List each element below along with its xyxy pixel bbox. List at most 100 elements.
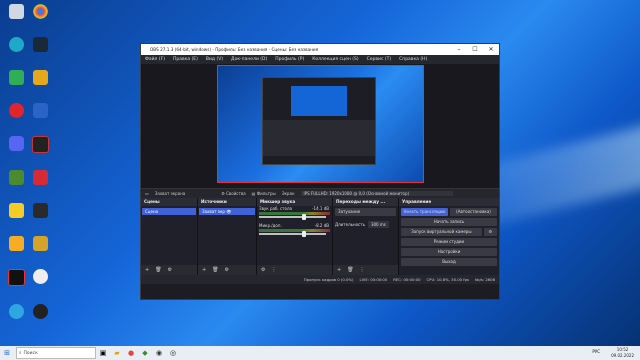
mixer-title: Микшер звука: [257, 198, 332, 206]
more-icon[interactable]: ⋮: [360, 267, 365, 273]
settings-icon[interactable]: ⚙: [168, 267, 172, 273]
nested-obs-preview: [262, 77, 376, 165]
add-icon[interactable]: +: [145, 267, 149, 273]
add-icon[interactable]: +: [202, 267, 206, 273]
discord-icon[interactable]: [3, 136, 29, 151]
add-icon[interactable]: +: [337, 267, 341, 273]
taskbar: ⊞ ⌕ Поиск ▣ ▰ ● ◆ ◉ ◎ 10:52 09.02.2022 РУС: [0, 346, 640, 360]
filters-button[interactable]: ▤ Фильтры: [252, 191, 276, 196]
app-taskbar-icon[interactable]: ◆: [138, 348, 152, 359]
game-icon[interactable]: [27, 136, 53, 153]
bitrate: kb/s: 2608: [474, 277, 495, 282]
app-icon[interactable]: [3, 269, 29, 286]
search-placeholder: Поиск: [23, 350, 38, 356]
virtual-camera-button[interactable]: Запуск виртуальной камеры: [401, 228, 482, 236]
network-icon[interactable]: [3, 70, 29, 85]
menu-file[interactable]: Файл (F): [141, 57, 169, 62]
exit-button[interactable]: Выход: [401, 258, 497, 266]
app-icon[interactable]: [3, 203, 29, 218]
language-indicator[interactable]: РУС: [592, 349, 600, 354]
more-icon[interactable]: ⋮: [271, 267, 276, 273]
trash-icon[interactable]: 🗑: [155, 267, 161, 273]
app-taskbar-icon[interactable]: ◉: [152, 348, 166, 359]
live-time: LIVE: 00:00:00: [359, 277, 388, 282]
title-bar: OBS 27.1.3 (64-bit, windows) - Профиль: …: [141, 44, 499, 55]
mixer-channel-2: Микр./доп. -8.2 dB: [259, 223, 329, 228]
eye-icon: 👁: [226, 209, 232, 214]
settings-button[interactable]: Настройки: [401, 248, 497, 256]
rockstar-icon[interactable]: [3, 236, 29, 251]
menu-scene-collection[interactable]: Коллекция сцен (S): [308, 57, 362, 62]
screen-select[interactable]: IPS FULLHD: 1920x1080 @ 0,0 (Основной мо…: [300, 191, 453, 196]
close-icon[interactable]: ✕: [483, 46, 499, 53]
minimize-icon[interactable]: –: [451, 46, 467, 53]
duration-input[interactable]: 300 ms: [367, 221, 389, 228]
scene-item[interactable]: Сцена: [142, 208, 196, 215]
studio-mode-button[interactable]: Режим студии: [401, 238, 497, 246]
trash-icon[interactable]: 🗑: [212, 267, 218, 273]
menu-profile[interactable]: Профиль (P): [271, 57, 308, 62]
sources-dock: Источники Захват экр 👁 + 🗑 ⚙: [198, 198, 256, 275]
properties-button[interactable]: ⚙ Свойства: [221, 191, 245, 196]
settings-icon[interactable]: ⚙: [261, 267, 265, 273]
obs-window: OBS 27.1.3 (64-bit, windows) - Профиль: …: [140, 43, 500, 300]
mixer-channel-1: Звук раб. стола -14.1 dB: [259, 206, 329, 211]
menu-docks[interactable]: Док-панели (D): [227, 57, 271, 62]
dropped-frames: Пропуск кадров 0 (0.0%): [303, 277, 354, 282]
minecraft-icon[interactable]: [3, 170, 29, 185]
maximize-icon[interactable]: ☐: [467, 46, 483, 53]
menu-help[interactable]: Справка (H): [395, 57, 431, 62]
desktop-icons: [0, 0, 54, 340]
audio-meter: [259, 229, 330, 232]
transitions-dock: Переходы между ... Затухание Длительност…: [333, 198, 398, 275]
selected-source-label: Захват экрана: [154, 191, 186, 196]
app-icon[interactable]: [27, 170, 53, 185]
menu-edit[interactable]: Правка (E): [169, 57, 202, 62]
settings-icon[interactable]: ⚙: [225, 267, 229, 273]
app-icon[interactable]: [27, 236, 53, 251]
explorer-icon[interactable]: ▰: [110, 348, 124, 359]
duration-row: Длительность 300 ms: [333, 218, 398, 231]
telegram-icon[interactable]: [3, 304, 29, 319]
system-clock[interactable]: 10:52 09.02.2022: [611, 347, 634, 358]
docks: Сцены Сцена + 🗑 ⚙ Источники Захват экр 👁 +…: [141, 198, 499, 275]
volume-slider[interactable]: [259, 231, 326, 237]
transition-select[interactable]: Затухание: [335, 208, 396, 216]
start-stream-button[interactable]: Начать трансляцию: [401, 208, 448, 216]
search-icon: ⌕: [19, 351, 22, 356]
task-view-icon[interactable]: ▣: [96, 348, 110, 359]
trash-icon[interactable]: 🗑: [347, 267, 353, 273]
monitor-icon: ▭: [145, 191, 149, 196]
scenes-title: Сцены: [141, 198, 197, 206]
recycle-bin-icon[interactable]: [3, 4, 29, 19]
autostop-button[interactable]: (Автоостановка): [450, 208, 497, 216]
csgo-icon[interactable]: [27, 70, 53, 85]
start-record-button[interactable]: Начать запись: [401, 218, 497, 226]
gear-icon[interactable]: ⚙: [483, 228, 497, 236]
transitions-title: Переходы между ...: [333, 198, 398, 206]
menu-view[interactable]: Вид (V): [202, 57, 227, 62]
window-title: OBS 27.1.3 (64-bit, windows) - Профиль: …: [150, 47, 319, 52]
menu-bar: Файл (F) Правка (E) Вид (V) Док-панели (…: [141, 55, 499, 64]
start-icon[interactable]: ⊞: [0, 348, 14, 359]
app-icon[interactable]: [27, 203, 53, 218]
chrome-icon[interactable]: [27, 4, 53, 19]
opera-icon[interactable]: [3, 103, 29, 118]
source-item[interactable]: Захват экр 👁: [199, 208, 255, 215]
status-bar: Пропуск кадров 0 (0.0%) LIVE: 00:00:00 R…: [141, 275, 499, 284]
steam-icon[interactable]: [27, 37, 53, 52]
obs-taskbar-icon[interactable]: ◎: [166, 348, 180, 359]
preview-area[interactable]: [141, 64, 499, 188]
sources-title: Источники: [198, 198, 256, 206]
volume-slider[interactable]: [259, 214, 326, 220]
controls-dock: Управление Начать трансляцию (Автоостано…: [399, 198, 499, 275]
menu-tools[interactable]: Сервис (T): [363, 57, 396, 62]
app-icon[interactable]: [27, 103, 53, 118]
obs-icon[interactable]: [27, 304, 53, 319]
source-toolbar: ▭ Захват экрана ⚙ Свойства ▤ Фильтры Экр…: [141, 188, 499, 198]
edge-icon[interactable]: [3, 37, 29, 52]
preview-screen-capture[interactable]: [217, 65, 424, 183]
chrome-taskbar-icon[interactable]: ●: [124, 348, 138, 359]
app-icon[interactable]: [27, 269, 53, 284]
search-box[interactable]: ⌕ Поиск: [16, 347, 96, 359]
